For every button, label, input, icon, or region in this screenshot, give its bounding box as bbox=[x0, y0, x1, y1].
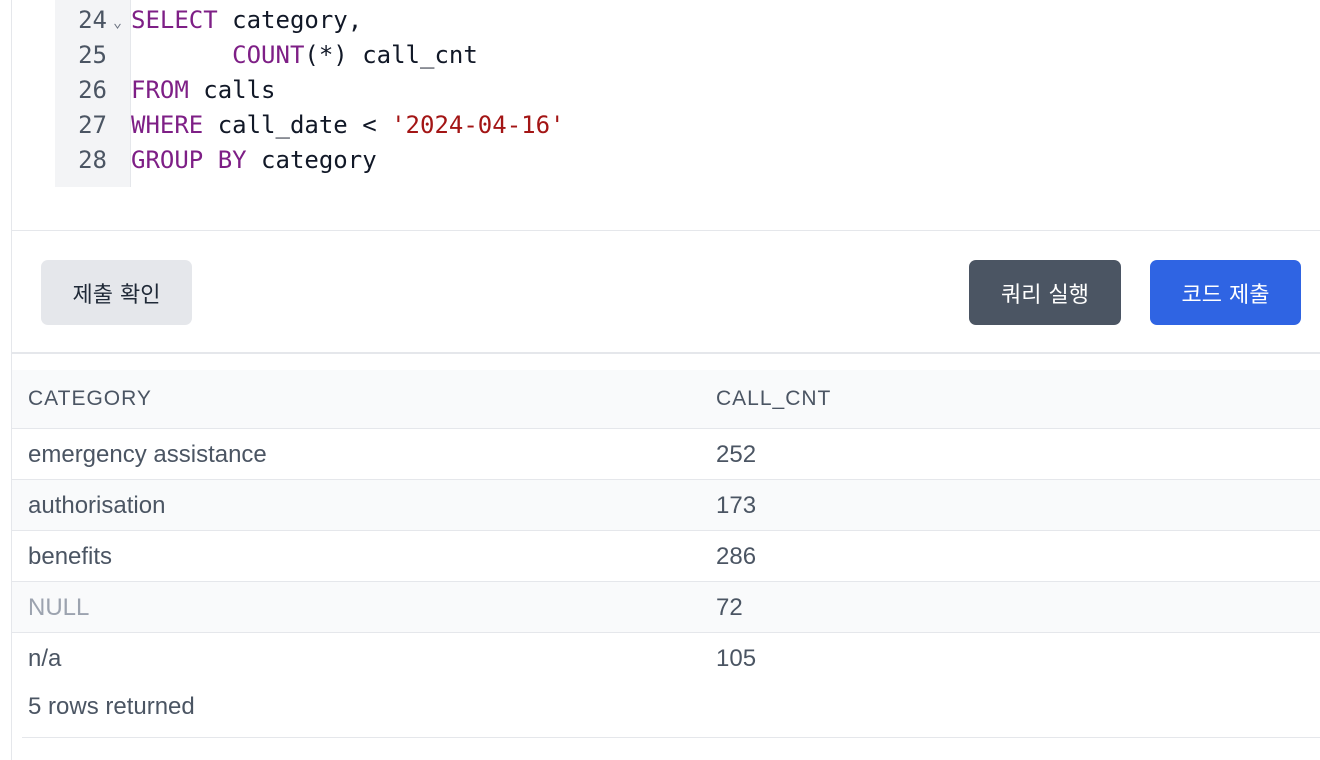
sql-keyword: GROUP BY bbox=[131, 146, 247, 174]
sql-text: (*) call_cnt bbox=[304, 41, 478, 69]
results-footer: 5 rows returned bbox=[12, 683, 1320, 749]
row-count-text: 5 rows returned bbox=[28, 693, 195, 720]
code-line[interactable]: 24 ⌄ SELECT category, bbox=[55, 3, 1255, 38]
line-number: 27 bbox=[78, 111, 107, 139]
code-text: FROM calls bbox=[131, 73, 276, 108]
sql-keyword: WHERE bbox=[131, 111, 204, 139]
sql-text: call_date < bbox=[203, 111, 392, 139]
sql-keyword: FROM bbox=[131, 76, 189, 104]
line-number: 24 bbox=[78, 6, 107, 34]
sql-text: category, bbox=[217, 6, 363, 34]
cell-category: emergency assistance bbox=[28, 441, 267, 468]
table-row: NULL 72 bbox=[12, 581, 1320, 632]
sql-string: '2024-04-16' bbox=[391, 111, 565, 139]
submit-code-button[interactable]: 코드 제출 bbox=[1150, 260, 1301, 325]
table-row: benefits 286 bbox=[12, 530, 1320, 581]
cell-call-cnt: 72 bbox=[716, 594, 743, 621]
code-line[interactable]: 26 FROM calls bbox=[55, 73, 1255, 108]
table-row: emergency assistance 252 bbox=[12, 428, 1320, 479]
cell-category: authorisation bbox=[28, 492, 166, 519]
code-line[interactable]: 25 COUNT(*) call_cnt bbox=[55, 38, 1255, 73]
column-header-category: CATEGORY bbox=[28, 387, 152, 410]
line-number: 25 bbox=[78, 41, 107, 69]
cell-category-null: NULL bbox=[28, 594, 90, 621]
code-text: COUNT(*) call_cnt bbox=[131, 38, 478, 73]
table-row: n/a 105 bbox=[12, 632, 1320, 683]
code-text: WHERE call_date < '2024-04-16' bbox=[131, 108, 564, 143]
code-text: GROUP BY category bbox=[131, 143, 377, 178]
code-text: SELECT category, bbox=[131, 3, 362, 38]
cell-call-cnt: 173 bbox=[716, 492, 757, 519]
table-header: CATEGORY CALL_CNT bbox=[12, 370, 1320, 428]
check-submission-button[interactable]: 제출 확인 bbox=[41, 260, 192, 325]
cell-call-cnt: 105 bbox=[716, 645, 757, 672]
table-row: authorisation 173 bbox=[12, 479, 1320, 530]
sql-keyword: SELECT bbox=[131, 6, 218, 34]
cell-category: benefits bbox=[28, 543, 113, 570]
results-table: CATEGORY CALL_CNT emergency assistance 2… bbox=[12, 370, 1320, 749]
footer-divider bbox=[22, 737, 1320, 738]
line-number: 28 bbox=[78, 146, 107, 174]
cell-call-cnt: 252 bbox=[716, 441, 757, 468]
cell-category: n/a bbox=[28, 645, 62, 672]
line-number: 26 bbox=[78, 76, 107, 104]
fold-chevron-icon[interactable]: ⌄ bbox=[113, 5, 122, 40]
sql-keyword: COUNT bbox=[232, 41, 305, 69]
cell-call-cnt: 286 bbox=[716, 543, 757, 570]
sql-text: category bbox=[246, 146, 377, 174]
sql-editor[interactable]: 24 ⌄ SELECT category, 25 COUNT(*) call_cnt 2… bbox=[12, 0, 1320, 231]
code-line[interactable]: 28 GROUP BY category bbox=[55, 143, 1255, 178]
column-header-call-cnt: CALL_CNT bbox=[716, 387, 832, 410]
action-bar: 제출 확인 쿼리 실행 코드 제출 bbox=[12, 231, 1320, 354]
run-query-button[interactable]: 쿼리 실행 bbox=[969, 260, 1121, 325]
sql-text: calls bbox=[188, 76, 276, 104]
code-line[interactable]: 27 WHERE call_date < '2024-04-16' bbox=[55, 108, 1255, 143]
